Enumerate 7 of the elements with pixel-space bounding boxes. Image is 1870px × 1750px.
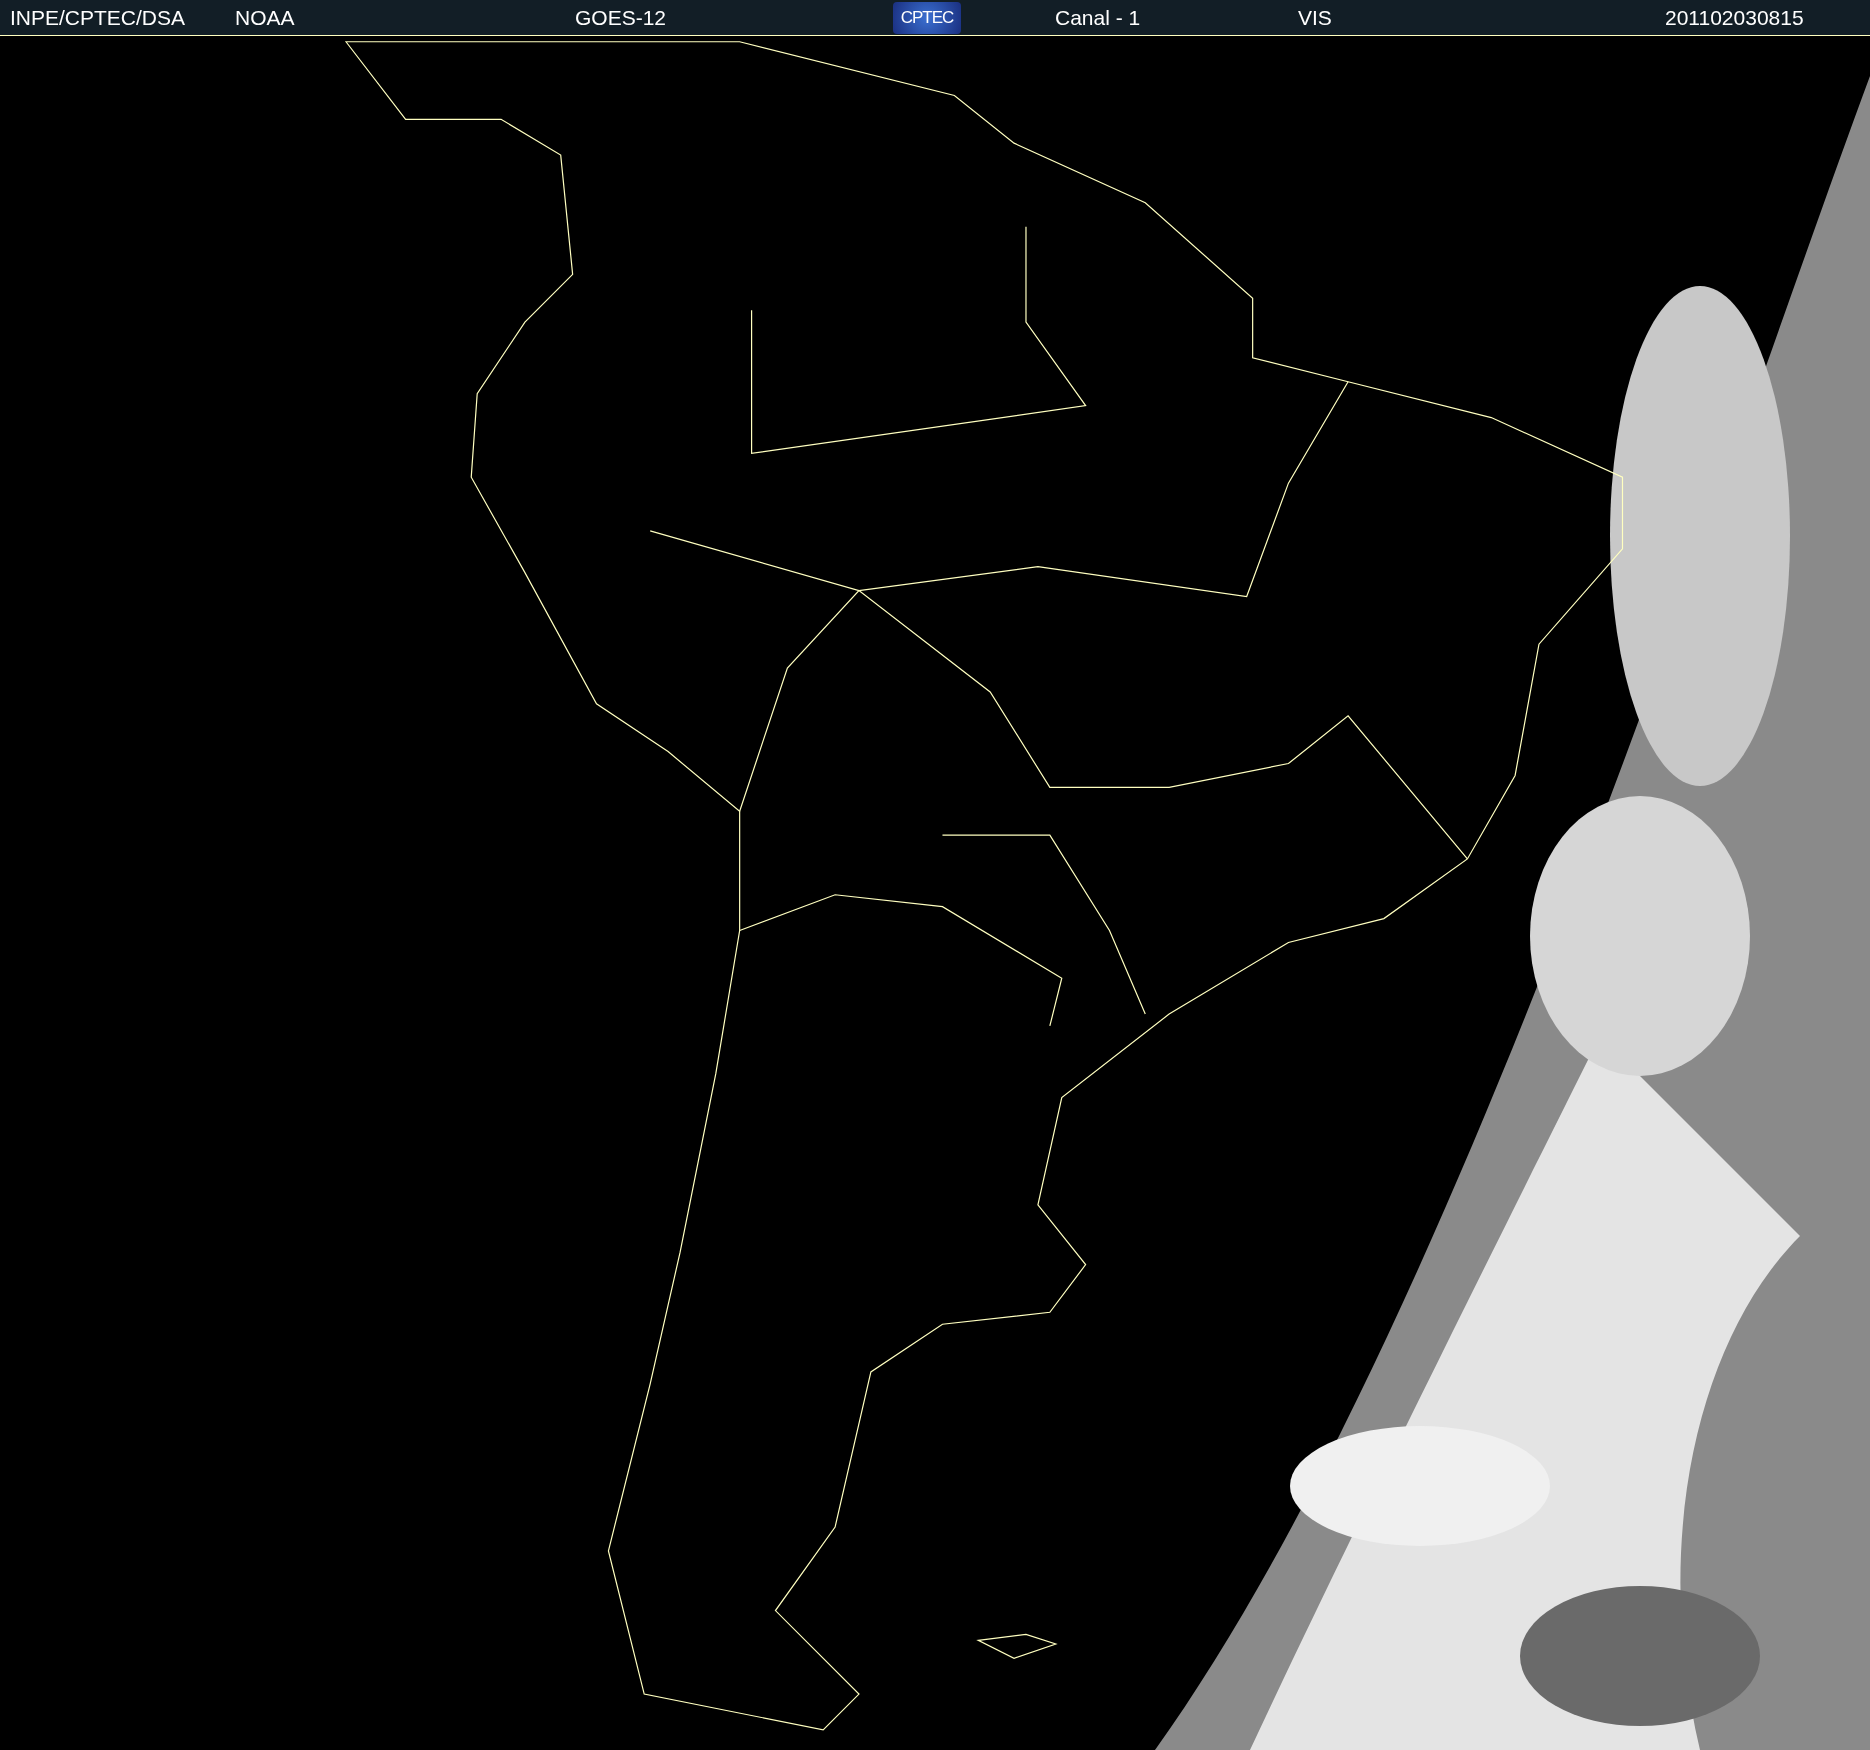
header-label: GOES-12	[575, 7, 667, 28]
header-label: INPE/CPTEC/DSA	[10, 7, 186, 28]
header-label: NOAA	[235, 7, 295, 28]
header-label: VIS	[1298, 7, 1332, 28]
header-label: Canal - 1	[1055, 7, 1141, 28]
header-label: 201102030815	[1665, 7, 1804, 28]
logo: CPTEC	[893, 1, 961, 34]
